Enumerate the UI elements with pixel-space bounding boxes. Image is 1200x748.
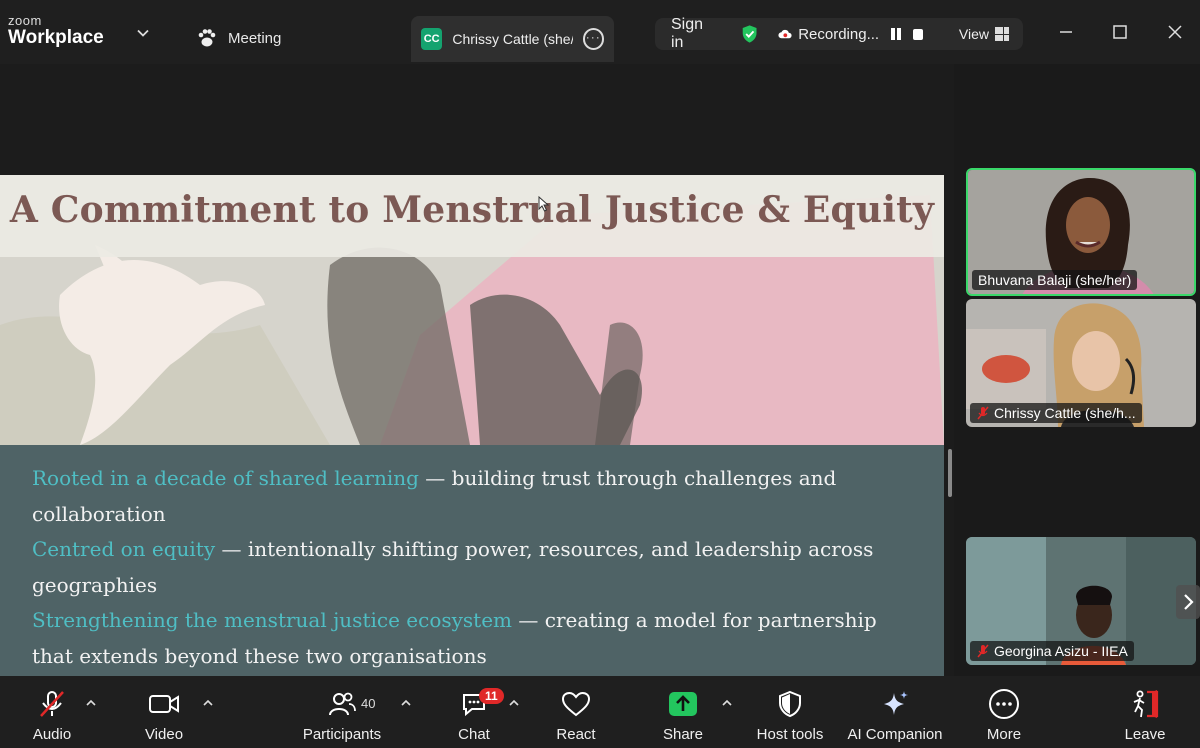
- share-label: Share: [662, 726, 704, 743]
- view-layout-icon: [995, 27, 1009, 41]
- ai-companion-button[interactable]: AI Companion: [846, 676, 944, 748]
- share-options-caret-icon[interactable]: [721, 698, 733, 708]
- slide-body: Rooted in a decade of shared learning — …: [0, 445, 944, 707]
- participant-name: Bhuvana Balaji (she/her): [972, 270, 1138, 290]
- chat-label: Chat: [458, 726, 490, 743]
- view-button[interactable]: View: [959, 26, 1009, 42]
- participant-count: 40: [361, 696, 376, 711]
- video-options-caret-icon[interactable]: [202, 698, 214, 708]
- participant-name-text: Chrissy Cattle (she/h...: [994, 405, 1136, 421]
- presentation-slide: A Commitment to Menstrual Justice & Equi…: [0, 175, 944, 707]
- brand-large: Workplace: [8, 27, 104, 48]
- participants-icon: [329, 692, 356, 716]
- slide-header-image: A Commitment to Menstrual Justice & Equi…: [0, 175, 944, 445]
- more-options-icon: [989, 689, 1019, 719]
- tab-label: Chrissy Cattle (she/h: [452, 31, 573, 47]
- tab-chrissy-cattle[interactable]: CC Chrissy Cattle (she/h ···: [411, 16, 614, 62]
- slide-bullet: Strengthening the menstrual justice ecos…: [32, 603, 912, 674]
- participants-options-caret-icon[interactable]: [400, 698, 412, 708]
- title-bar: zoom Workplace Meeting CC Chrissy Cattle…: [0, 0, 1200, 64]
- recording-status: Recording...: [798, 25, 880, 43]
- bullet-highlight: Rooted in a decade of shared learning: [32, 466, 419, 490]
- participant-name-text: Georgina Asizu - IIEA: [994, 643, 1128, 659]
- microphone-muted-icon: [977, 644, 989, 658]
- share-screen-icon: [669, 692, 697, 716]
- participant-name: Chrissy Cattle (she/h...: [970, 403, 1142, 423]
- react-button[interactable]: React: [552, 676, 600, 748]
- slide-bullet: Rooted in a decade of shared learning — …: [32, 461, 912, 532]
- tab-meeting-label: Meeting: [228, 29, 282, 47]
- next-page-button[interactable]: [1176, 585, 1200, 619]
- more-options-icon[interactable]: ···: [582, 28, 604, 50]
- sign-in-button[interactable]: Sign in: [671, 16, 713, 52]
- chat-button[interactable]: Chat: [452, 676, 496, 748]
- microphone-muted-icon: [40, 691, 64, 717]
- participants-button[interactable]: Participants: [300, 676, 384, 748]
- panel-resize-handle[interactable]: [948, 449, 952, 497]
- microphone-muted-icon: [977, 406, 989, 420]
- participant-tile[interactable]: Chrissy Cattle (she/h...: [966, 299, 1196, 427]
- host-tools-button[interactable]: Host tools: [754, 676, 826, 748]
- participant-tile[interactable]: Bhuvana Balaji (she/her): [966, 168, 1196, 296]
- shield-icon: [779, 690, 801, 718]
- leave-label: Leave: [1124, 726, 1166, 743]
- close-icon[interactable]: [1165, 22, 1185, 42]
- minimize-icon[interactable]: [1056, 22, 1076, 42]
- chevron-down-icon[interactable]: [136, 26, 150, 40]
- brand-small: zoom: [8, 13, 42, 28]
- chat-options-caret-icon[interactable]: [508, 698, 520, 708]
- stop-recording-icon[interactable]: [913, 28, 923, 40]
- maximize-icon[interactable]: [1110, 22, 1130, 42]
- audio-button[interactable]: Audio: [28, 676, 76, 748]
- bullet-highlight: Centred on equity: [32, 537, 216, 561]
- leave-door-icon: [1133, 690, 1159, 718]
- video-label: Video: [144, 726, 184, 743]
- meeting-toolbar: Audio Video Participants 40 Chat 11 Reac…: [0, 676, 1200, 748]
- paw-icon: [198, 29, 216, 47]
- mouse-cursor-icon: [538, 196, 550, 212]
- tab-meeting[interactable]: Meeting: [196, 24, 281, 52]
- more-button[interactable]: More: [982, 676, 1026, 748]
- slide-bullet: Centred on equity — intentionally shifti…: [32, 532, 912, 603]
- host-tools-label: Host tools: [756, 726, 824, 743]
- video-panel: Bhuvana Balaji (she/her) Chrissy Cattle …: [954, 64, 1200, 676]
- participant-name: Georgina Asizu - IIEA: [970, 641, 1134, 661]
- ai-companion-label: AI Companion: [847, 726, 943, 743]
- video-camera-icon: [149, 695, 179, 713]
- audio-label: Audio: [32, 726, 72, 743]
- view-label: View: [958, 26, 989, 42]
- zoom-workplace-logo[interactable]: zoom Workplace: [8, 14, 104, 47]
- slide-title: A Commitment to Menstrual Justice & Equi…: [9, 189, 935, 231]
- pause-recording-icon[interactable]: [891, 28, 902, 40]
- cloud-recording-icon: [778, 29, 792, 39]
- share-button[interactable]: Share: [659, 676, 707, 748]
- more-label: More: [986, 726, 1022, 743]
- video-button[interactable]: Video: [140, 676, 188, 748]
- unread-chat-badge: 11: [479, 688, 504, 704]
- participant-name-text: Bhuvana Balaji (she/her): [978, 272, 1132, 288]
- meeting-status-bar: Sign in Recording... View: [655, 16, 1023, 52]
- leave-button[interactable]: Leave: [1123, 676, 1167, 748]
- participants-label: Participants: [302, 726, 382, 743]
- security-shield-icon[interactable]: [741, 23, 758, 45]
- participant-tile[interactable]: Georgina Asizu - IIEA: [966, 537, 1196, 665]
- shared-screen-area[interactable]: A Commitment to Menstrual Justice & Equi…: [0, 64, 954, 707]
- heart-icon: [561, 691, 591, 717]
- avatar: CC: [421, 28, 443, 50]
- react-label: React: [556, 726, 596, 743]
- bullet-highlight: Strengthening the menstrual justice ecos…: [32, 608, 513, 632]
- chevron-right-icon: [1184, 594, 1194, 610]
- audio-options-caret-icon[interactable]: [85, 698, 97, 708]
- ai-sparkle-icon: [884, 691, 908, 715]
